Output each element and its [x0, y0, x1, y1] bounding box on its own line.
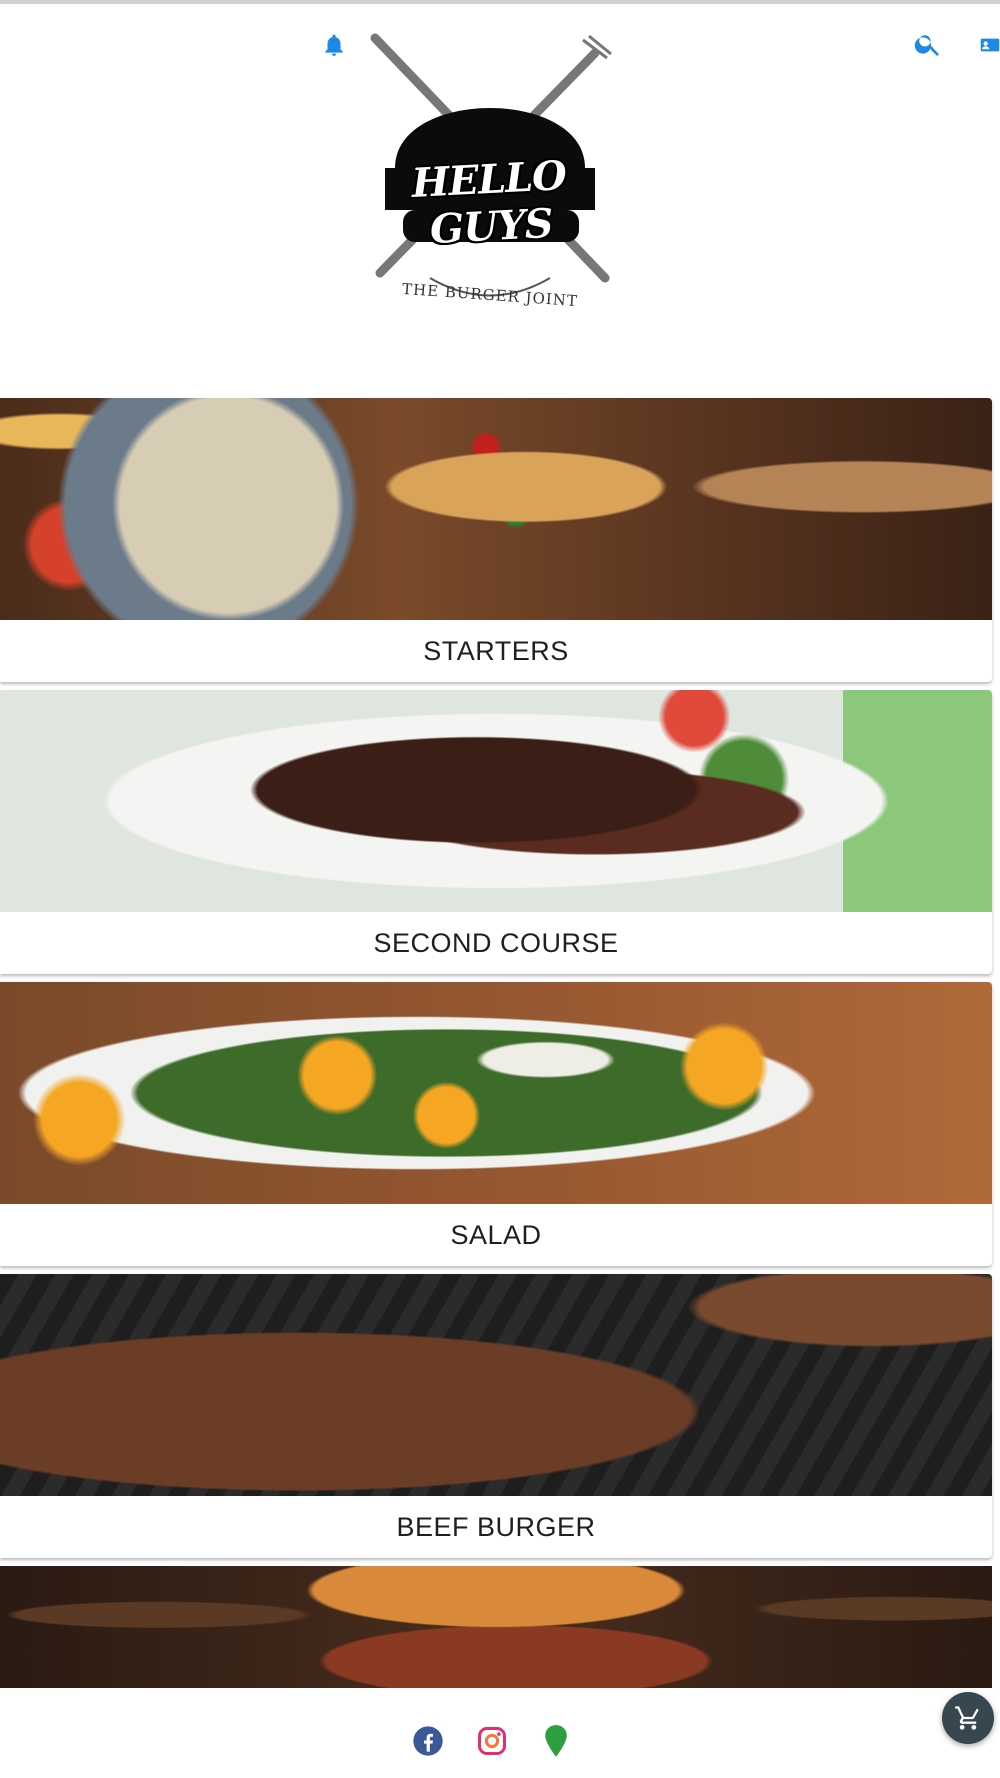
cart-button[interactable]	[942, 1692, 994, 1744]
map-pin-icon	[545, 1725, 567, 1757]
category-label: STARTERS	[423, 635, 569, 666]
category-image	[0, 690, 992, 912]
category-label: SALAD	[450, 1219, 542, 1250]
category-image	[0, 398, 992, 620]
contact-card-icon	[980, 38, 1000, 52]
category-card-salad[interactable]: SALAD	[0, 982, 992, 1266]
category-image	[0, 1274, 992, 1496]
cart-icon	[955, 1706, 979, 1730]
logo-title: HELLO GUYS	[410, 152, 568, 254]
logo: HELLO GUYS THE BURGER JOINT	[355, 28, 625, 328]
category-card-second-course[interactable]: SECOND COURSE	[0, 690, 992, 974]
instagram-icon	[478, 1727, 506, 1755]
location-link[interactable]	[539, 1724, 573, 1758]
category-image	[0, 982, 992, 1204]
facebook-link[interactable]	[411, 1724, 445, 1758]
category-image	[0, 1566, 992, 1688]
search-icon	[914, 35, 939, 56]
category-label: SECOND COURSE	[373, 927, 619, 958]
facebook-icon	[413, 1726, 443, 1756]
account-button[interactable]	[970, 28, 1000, 62]
instagram-link[interactable]	[475, 1724, 509, 1758]
bell-icon	[325, 34, 343, 56]
category-label: BEEF BURGER	[396, 1511, 596, 1542]
top-divider	[0, 0, 1000, 4]
category-card-starters[interactable]: STARTERS	[0, 398, 992, 682]
notifications-button[interactable]	[318, 26, 350, 64]
category-card-beef-burger[interactable]: BEEF BURGER	[0, 1274, 992, 1558]
search-button[interactable]	[910, 26, 946, 62]
category-card-next[interactable]	[0, 1566, 992, 1688]
